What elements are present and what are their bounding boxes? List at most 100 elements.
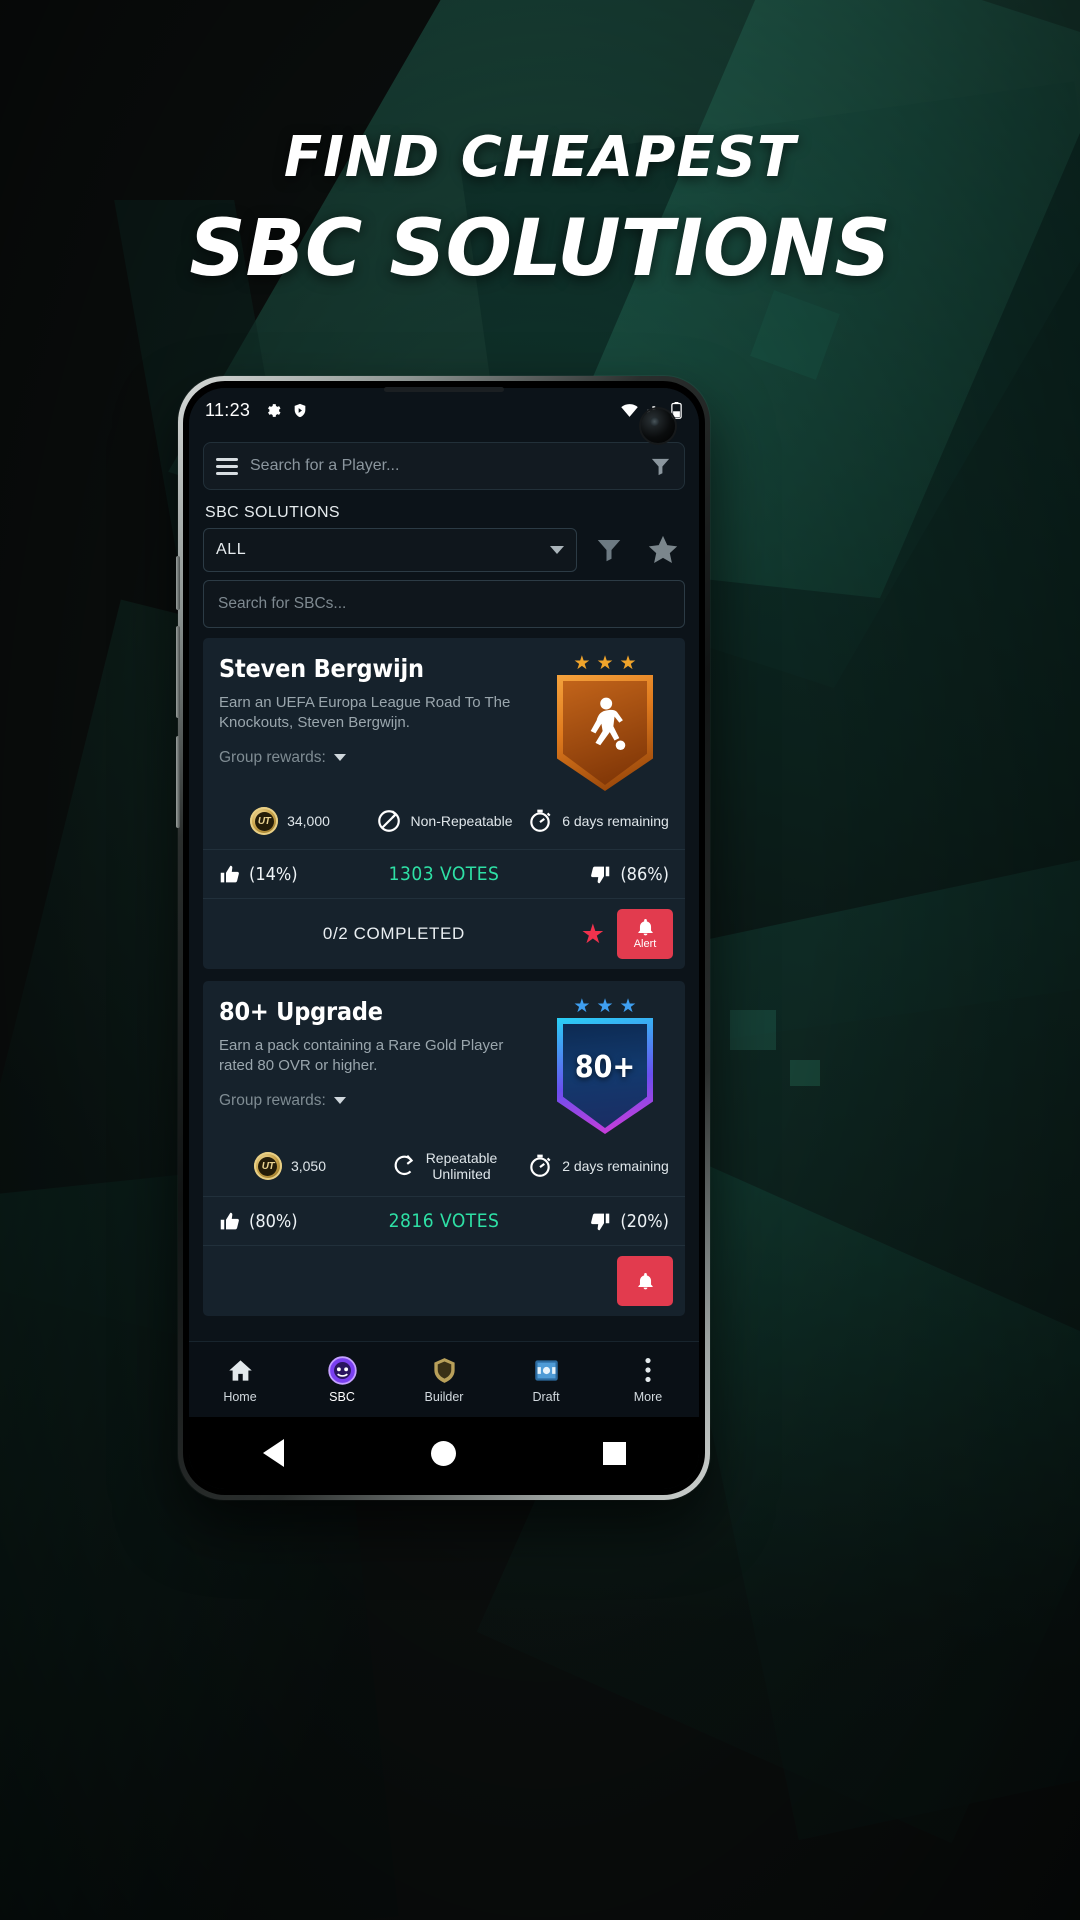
chevron-down-icon xyxy=(333,1097,346,1105)
group-rewards-label: Group rewards: xyxy=(219,748,326,766)
time-label: 6 days remaining xyxy=(562,813,669,829)
stopwatch-icon xyxy=(530,1154,551,1177)
promo-headline: FIND CHEAPEST SBC SOLUTIONS xyxy=(0,125,1080,294)
filter-button[interactable] xyxy=(587,528,631,572)
headline-line-2: SBC SOLUTIONS xyxy=(189,204,891,294)
sbc-card-text: 80+ Upgrade Earn a pack containing a Rar… xyxy=(219,997,531,1134)
stat-repeatable: Non-Repeatable xyxy=(367,808,521,834)
thumbs-up-icon xyxy=(220,865,239,882)
chevron-down-icon xyxy=(550,546,564,554)
star-icon: ★ xyxy=(573,996,591,1017)
funnel-icon[interactable] xyxy=(649,455,672,478)
badge-shield-blue: 80+ xyxy=(557,1018,653,1134)
vote-down-percent: (86%) xyxy=(620,863,669,885)
bottom-navigation: Home SBC Builder Draft More xyxy=(189,1341,699,1417)
sbc-search-input[interactable]: Search for SBCs... xyxy=(203,580,685,628)
wifi-icon xyxy=(621,403,638,417)
group-rewards-toggle[interactable]: Group rewards: xyxy=(219,1092,531,1110)
nav-label: Home xyxy=(223,1390,257,1404)
star-icon: ★ xyxy=(596,653,614,674)
recents-square-icon[interactable] xyxy=(602,1441,626,1465)
vote-count: 2816 VOTES xyxy=(388,1210,500,1233)
sbc-card-title: 80+ Upgrade xyxy=(219,997,383,1026)
nav-item-draft[interactable]: Draft xyxy=(495,1355,597,1404)
group-rewards-toggle[interactable]: Group rewards: xyxy=(219,749,531,767)
vote-up[interactable]: (14%) xyxy=(219,864,298,885)
badge-shield-orange xyxy=(557,675,653,791)
back-triangle-icon[interactable] xyxy=(262,1439,284,1467)
stat-coins: UT 3,050 xyxy=(213,1152,367,1181)
badge-stars: ★ ★ ★ xyxy=(573,654,636,673)
favourites-button[interactable] xyxy=(641,528,685,572)
nav-item-sbc[interactable]: SBC xyxy=(291,1355,393,1404)
player-search-bar[interactable]: Search for a Player... xyxy=(203,442,685,490)
alert-button[interactable]: Alert xyxy=(617,909,673,959)
phone-screen: 11:23 Search for a Player... SBC SOLUTIO… xyxy=(189,388,699,1489)
nav-label: Draft xyxy=(532,1390,560,1404)
sbc-card-footer xyxy=(203,1246,685,1316)
sbc-card-text: Steven Bergwijn Earn an UEFA Europa Leag… xyxy=(219,654,531,791)
time-label: 2 days remaining xyxy=(562,1158,669,1175)
funnel-icon xyxy=(597,540,621,562)
stat-time: 2 days remaining xyxy=(521,1153,675,1179)
badge-label: 80+ xyxy=(574,1049,636,1085)
group-rewards-label: Group rewards: xyxy=(219,1091,326,1109)
status-notification-icons xyxy=(264,402,308,419)
stat-time: 6 days remaining xyxy=(521,808,675,834)
nav-item-home[interactable]: Home xyxy=(189,1355,291,1404)
phone-bezel: 11:23 Search for a Player... SBC SOLUTIO… xyxy=(183,381,705,1495)
status-bar: 11:23 xyxy=(189,388,699,432)
thumbs-up-icon xyxy=(220,1212,239,1230)
alert-button[interactable] xyxy=(617,1256,673,1307)
star-filled-icon[interactable]: ★ xyxy=(581,920,605,948)
sbc-card[interactable]: 80+ Upgrade Earn a pack containing a Rar… xyxy=(203,981,685,1317)
front-camera xyxy=(641,409,675,443)
chevron-down-icon xyxy=(333,754,346,762)
repeat-label: Non-Repeatable xyxy=(410,813,513,829)
coin-icon: UT xyxy=(253,1152,282,1181)
earpiece-speaker xyxy=(384,387,504,392)
phone-button-bixby xyxy=(176,556,180,610)
sbc-card[interactable]: Steven Bergwijn Earn an UEFA Europa Leag… xyxy=(203,638,685,969)
headline-line-1: FIND CHEAPEST xyxy=(283,125,797,190)
gear-icon xyxy=(268,403,281,417)
sbc-card-description: Earn a pack containing a Rare Gold Playe… xyxy=(219,1037,504,1074)
nav-item-more[interactable]: More xyxy=(597,1355,699,1404)
player-search-input[interactable]: Search for a Player... xyxy=(250,457,637,475)
star-icon xyxy=(648,535,678,564)
coin-value: 3,050 xyxy=(290,1158,327,1175)
draft-icon xyxy=(531,1355,561,1385)
sbc-icon xyxy=(327,1355,357,1385)
nav-item-builder[interactable]: Builder xyxy=(393,1355,495,1404)
sbc-card-stats: UT 3,050 Repeatable Unlimited 2 days rem… xyxy=(203,1140,685,1198)
sbc-list[interactable]: Steven Bergwijn Earn an UEFA Europa Leag… xyxy=(189,638,699,1341)
category-select[interactable]: ALL xyxy=(203,528,577,572)
vote-down[interactable]: (86%) xyxy=(590,864,669,885)
android-system-bar xyxy=(189,1417,699,1489)
stopwatch-icon xyxy=(530,809,551,832)
thumbs-down-icon xyxy=(591,1213,610,1230)
repeat-label: Repeatable Unlimited xyxy=(425,1150,498,1183)
vote-down[interactable]: (20%) xyxy=(590,1211,669,1232)
vote-count: 1303 VOTES xyxy=(388,863,500,885)
star-icon: ★ xyxy=(596,996,614,1017)
phone-button-volume-down xyxy=(176,736,180,828)
vote-up-percent: (14%) xyxy=(249,863,298,885)
sbc-badge: ★ ★ ★ 80+ xyxy=(541,997,669,1134)
sbc-card-description: Earn an UEFA Europa League Road To The K… xyxy=(219,694,511,731)
phone-mockup: 11:23 Search for a Player... SBC SOLUTIO… xyxy=(176,376,710,1500)
more-dots-icon xyxy=(633,1355,663,1385)
sbc-card-title: Steven Bergwijn xyxy=(219,654,424,683)
vote-up[interactable]: (80%) xyxy=(219,1211,298,1232)
sbc-card-stats: UT 34,000 Non-Repeatable 6 days remainin… xyxy=(203,797,685,850)
phone-button-volume-up xyxy=(176,626,180,718)
completed-status: 0/2 COMPLETED xyxy=(322,924,465,943)
player-search-row: Search for a Player... xyxy=(189,432,699,496)
player-silhouette-icon xyxy=(557,675,653,791)
badge-stars: ★ ★ ★ xyxy=(573,997,636,1016)
vote-up-percent: (80%) xyxy=(249,1210,298,1232)
hamburger-icon[interactable] xyxy=(216,457,238,475)
star-icon: ★ xyxy=(619,996,637,1017)
home-circle-icon[interactable] xyxy=(430,1440,456,1466)
shield-play-icon xyxy=(294,403,306,417)
